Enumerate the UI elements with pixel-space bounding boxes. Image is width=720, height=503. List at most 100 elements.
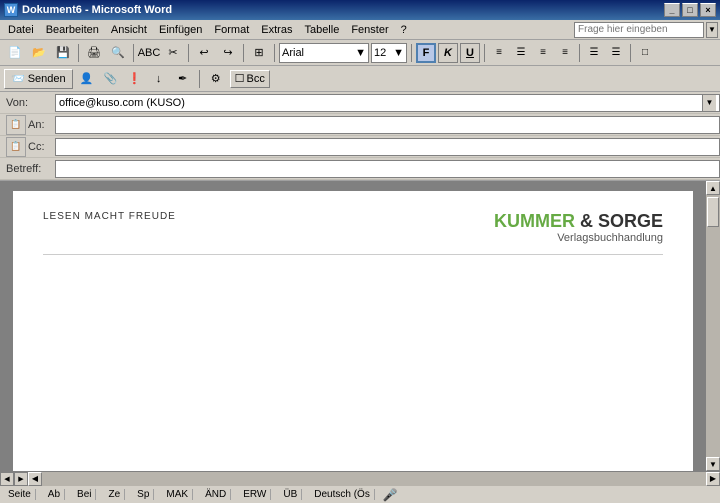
send-button[interactable]: 📨 Senden	[4, 69, 73, 89]
ub-status: ÜB	[279, 489, 302, 500]
font-selector[interactable]: Arial ▼	[279, 43, 369, 63]
sep6	[411, 44, 412, 62]
menu-einfuegen[interactable]: Einfügen	[153, 22, 208, 38]
menu-format[interactable]: Format	[208, 22, 255, 38]
menu-tabelle[interactable]: Tabelle	[298, 22, 345, 38]
dictation-icon: 🎤	[383, 488, 398, 502]
print-button[interactable]: 🖨	[83, 43, 105, 63]
hscroll-right-button[interactable]: ▶	[706, 472, 720, 486]
cut-button[interactable]: ✂	[162, 43, 184, 63]
menu-bearbeiten[interactable]: Bearbeiten	[40, 22, 105, 38]
subject-input-wrap	[55, 160, 720, 178]
bold-button[interactable]: F	[416, 43, 436, 63]
hscroll-left-button[interactable]: ◀	[28, 472, 42, 486]
send-icon: 📨	[11, 72, 25, 85]
ab-label: Ab	[48, 489, 60, 500]
table-button[interactable]: ⊞	[248, 43, 270, 63]
scroll-handle[interactable]	[707, 197, 719, 227]
sep9	[630, 44, 631, 62]
scroll-up-button[interactable]: ▲	[706, 181, 720, 195]
align-justify-button[interactable]: ≡	[555, 43, 575, 63]
priority-high-button[interactable]: ❗	[125, 69, 145, 89]
sep5	[274, 44, 275, 62]
document-main[interactable]: LESEN MACHT FREUDE KUMMER & SORGE Verlag…	[0, 181, 706, 471]
underline-button[interactable]: U	[460, 43, 480, 63]
bcc-button[interactable]: ☐ Bcc	[230, 70, 270, 88]
and-status: ÄND	[201, 489, 231, 500]
menu-help[interactable]: ?	[395, 22, 413, 38]
menu-fenster[interactable]: Fenster	[345, 22, 394, 38]
cc-input[interactable]	[55, 138, 720, 156]
language-status: Deutsch (Ös	[310, 489, 375, 500]
save-button[interactable]: 💾	[52, 43, 74, 63]
font-dropdown-icon[interactable]: ▼	[355, 47, 366, 59]
ze-label: Ze	[108, 489, 120, 500]
border-button[interactable]: □	[635, 43, 655, 63]
horizontal-scrollbar[interactable]: ◀ ▶ ◀ ▶	[0, 471, 720, 485]
menu-ansicht[interactable]: Ansicht	[105, 22, 153, 38]
title-bar: W Dokument6 - Microsoft Word _ □ ×	[0, 0, 720, 20]
bcc-label: Bcc	[247, 73, 265, 85]
sep7	[484, 44, 485, 62]
and-label: ÄND	[205, 489, 226, 500]
preview-button[interactable]: 🔍	[107, 43, 129, 63]
mak-label: MAK	[166, 489, 188, 500]
menu-extras[interactable]: Extras	[255, 22, 298, 38]
font-size: 12	[374, 47, 386, 59]
sep8	[579, 44, 580, 62]
hscroll-track[interactable]	[42, 472, 706, 486]
menu-datei[interactable]: Datei	[2, 22, 40, 38]
logo-text: KUMMER & SORGE	[494, 211, 663, 232]
search-input[interactable]	[574, 22, 704, 38]
vertical-scrollbar[interactable]: ▲ ▼	[706, 181, 720, 471]
align-left-button[interactable]: ≡	[489, 43, 509, 63]
redo-button[interactable]: ↪	[217, 43, 239, 63]
to-address-book-icon[interactable]: 📋	[6, 115, 26, 135]
size-selector[interactable]: 12 ▼	[371, 43, 407, 63]
erw-status: ERW	[239, 489, 271, 500]
to-label: An:	[28, 119, 45, 131]
new-button[interactable]: 📄	[4, 43, 26, 63]
logo-and: &	[575, 211, 598, 231]
title-bar-buttons[interactable]: _ □ ×	[664, 3, 716, 17]
align-center-button[interactable]: ☰	[511, 43, 531, 63]
scroll-down-button[interactable]: ▼	[706, 457, 720, 471]
bcc-checkbox[interactable]: ☐	[235, 72, 245, 85]
priority-low-button[interactable]: ↓	[149, 69, 169, 89]
signature-button[interactable]: ✒	[173, 69, 193, 89]
search-dropdown[interactable]: ▼	[706, 22, 718, 38]
cc-address-book-icon[interactable]: 📋	[6, 137, 26, 157]
sp-status: Sp	[133, 489, 154, 500]
menu-search-area: ▼	[574, 22, 718, 38]
accounts-button[interactable]: 👤	[77, 69, 97, 89]
spell-button[interactable]: ABC	[138, 43, 160, 63]
size-dropdown-icon[interactable]: ▼	[393, 47, 404, 59]
from-field[interactable]: office@kuso.com (KUSO) ▼	[55, 94, 720, 112]
scroll-track[interactable]	[706, 195, 720, 457]
subject-input[interactable]	[55, 160, 720, 178]
nav-next-button[interactable]: ▶	[14, 472, 28, 486]
document-page: LESEN MACHT FREUDE KUMMER & SORGE Verlag…	[13, 191, 693, 471]
page-status: Seite	[4, 489, 36, 500]
bei-status: Bei	[73, 489, 96, 500]
to-row: 📋 An:	[0, 114, 720, 136]
close-button[interactable]: ×	[700, 3, 716, 17]
open-button[interactable]: 📂	[28, 43, 50, 63]
options-button[interactable]: ⚙	[206, 69, 226, 89]
minimize-button[interactable]: _	[664, 3, 680, 17]
italic-button[interactable]: K	[438, 43, 458, 63]
from-label: Von:	[0, 97, 55, 109]
nav-prev-button[interactable]: ◀	[0, 472, 14, 486]
document-area: LESEN MACHT FREUDE KUMMER & SORGE Verlag…	[0, 181, 720, 471]
indent-button[interactable]: ☰	[606, 43, 626, 63]
email-fields: Von: office@kuso.com (KUSO) ▼ 📋 An: 📋 Cc…	[0, 92, 720, 181]
attachment-button[interactable]: 📎	[101, 69, 121, 89]
undo-button[interactable]: ↩	[193, 43, 215, 63]
subject-label: Betreff:	[0, 163, 55, 175]
to-input[interactable]	[55, 116, 720, 134]
maximize-button[interactable]: □	[682, 3, 698, 17]
align-right-button[interactable]: ≡	[533, 43, 553, 63]
main-toolbar: 📄 📂 💾 🖨 🔍 ABC ✂ ↩ ↪ ⊞ Arial ▼ 12 ▼ F K U…	[0, 40, 720, 66]
from-dropdown-button[interactable]: ▼	[702, 95, 716, 111]
list-button[interactable]: ☰	[584, 43, 604, 63]
